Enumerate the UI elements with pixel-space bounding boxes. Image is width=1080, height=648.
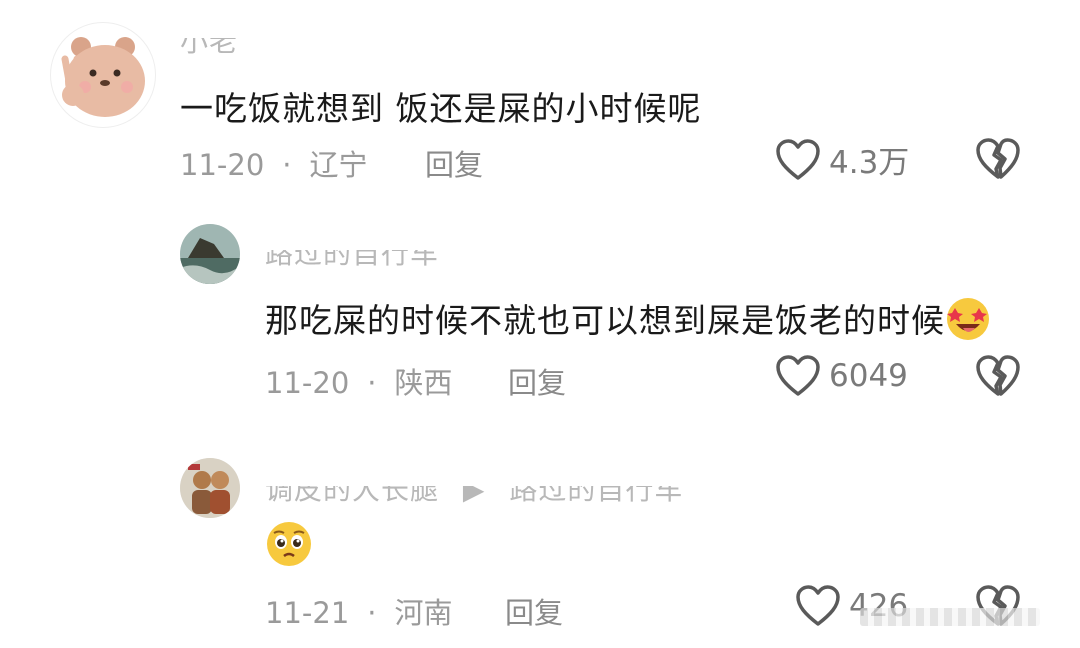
like-count: 4.3万 xyxy=(829,145,910,181)
comment-meta: 11-20 · 辽宁 xyxy=(180,142,368,184)
reply-button[interactable]: 回复 xyxy=(505,590,563,632)
comment-text xyxy=(265,520,313,576)
comment-meta: 11-21 · 河南 xyxy=(265,590,453,632)
username-line: 调皮的大长腿 ▶ 路过的自行车 xyxy=(265,473,683,508)
reply-button[interactable]: 回复 xyxy=(508,360,566,402)
reply-arrow-icon: ▶ xyxy=(462,473,486,506)
comment-date: 11-20 xyxy=(180,148,265,182)
separator-dot: · xyxy=(282,148,292,182)
avatar-figures[interactable] xyxy=(180,458,240,518)
comment-text-content: 那吃屎的时候不就也可以想到屎是饭老的时候 xyxy=(265,301,945,340)
reply-to-username[interactable]: 路过的自行车 xyxy=(509,486,683,506)
username[interactable]: 路过的自行车 xyxy=(265,250,439,272)
comment-location: 陕西 xyxy=(394,366,453,400)
comment-1: 小老 一吃饭就想到 饭还是屎的小时候呢 11-20 · 辽宁 回复 4.3万 xyxy=(0,0,1080,210)
heart-outline-icon xyxy=(776,355,820,396)
dislike-button[interactable] xyxy=(975,137,1021,185)
dislike-button[interactable] xyxy=(975,354,1021,402)
like-button[interactable]: 6049 xyxy=(775,354,908,398)
comment-text: 那吃屎的时候不就也可以想到屎是饭老的时候 xyxy=(265,294,991,350)
reply-button[interactable]: 回复 xyxy=(425,142,483,184)
like-button[interactable]: 4.3万 xyxy=(775,137,909,182)
watermark xyxy=(860,608,1040,626)
separator-dot: · xyxy=(367,366,377,400)
comment-meta: 11-20 · 陕西 xyxy=(265,360,453,402)
username[interactable]: 调皮的大长腿 xyxy=(265,486,439,506)
username[interactable]: 小老 xyxy=(180,38,238,60)
pleading-face-emoji-icon xyxy=(265,520,313,576)
heart-outline-icon xyxy=(796,585,840,626)
heart-outline-icon xyxy=(776,138,820,180)
broken-heart-icon xyxy=(976,355,1020,396)
broken-heart-icon xyxy=(976,138,1020,179)
comment-location: 河南 xyxy=(394,596,453,630)
star-struck-emoji-icon xyxy=(945,296,991,350)
comment-2: 路过的自行车 那吃屎的时候不就也可以想到屎是饭老的时候 11-20 · 陕西 回复 … xyxy=(0,210,1080,440)
separator-dot: · xyxy=(367,596,377,630)
avatar-bear[interactable] xyxy=(50,22,156,128)
like-count: 6049 xyxy=(829,358,908,394)
comment-date: 11-21 xyxy=(265,596,350,630)
avatar-landscape[interactable] xyxy=(180,224,240,284)
comment-date: 11-20 xyxy=(265,366,350,400)
comment-text: 一吃饭就想到 饭还是屎的小时候呢 xyxy=(180,89,702,128)
comment-location: 辽宁 xyxy=(309,148,368,182)
